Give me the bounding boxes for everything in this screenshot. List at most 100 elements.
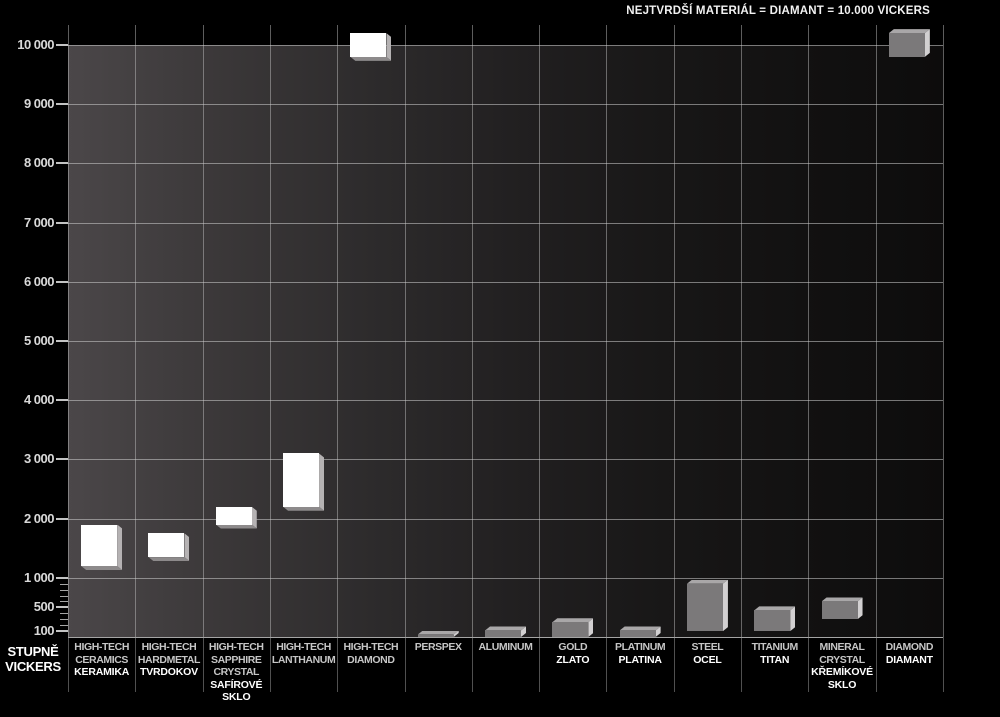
y-tick-mark [56, 281, 68, 283]
y-axis-title: STUPNĚ VICKERS [0, 644, 66, 674]
category-label-perspex: PERSPEX [406, 641, 471, 654]
bar-front-face [754, 610, 790, 631]
column-divider [943, 637, 944, 692]
y-minor-tick-mark [60, 590, 68, 591]
category-label-en: HIGH-TECH LANTHANUM [271, 641, 336, 666]
y-tick-mark [56, 162, 68, 164]
y-tick-label: 7 000 [4, 216, 54, 230]
bar-high-tech-lanthanum [283, 453, 324, 510]
y-tick-label: 8 000 [4, 156, 54, 170]
horizontal-gridline [68, 341, 943, 342]
bar-front-face [889, 33, 925, 57]
y-tick-label: 4 000 [4, 393, 54, 407]
bar-perspex [418, 631, 459, 637]
vertical-gridline [943, 25, 944, 637]
y-minor-tick-mark [60, 625, 68, 626]
y-axis-title-line1: STUPNĚ [0, 644, 66, 659]
bar-front-face [216, 507, 252, 525]
vertical-gridline [135, 25, 136, 637]
vertical-gridline [472, 25, 473, 637]
category-label-steel: STEELOCEL [675, 641, 740, 666]
vertical-gridline [405, 25, 406, 637]
category-label-cs: DIAMANT [877, 654, 942, 667]
bar-titanium [754, 606, 795, 631]
horizontal-gridline [68, 163, 943, 164]
category-label-titanium: TITANIUMTITAN [742, 641, 807, 666]
vertical-gridline [808, 25, 809, 637]
category-label-cs: KERAMIKA [69, 666, 134, 679]
horizontal-gridline [68, 223, 943, 224]
vertical-gridline [337, 25, 338, 637]
bar-front-face [485, 630, 521, 637]
vertical-gridline [270, 25, 271, 637]
bar-front-face [687, 584, 723, 631]
horizontal-gridline [68, 400, 943, 401]
y-tick-mark [56, 518, 68, 520]
y-tick-mark [56, 222, 68, 224]
category-label-en: MINERAL CRYSTAL [809, 641, 874, 666]
y-tick-mark [56, 340, 68, 342]
bar-front-face [81, 525, 117, 566]
category-label-en: HIGH-TECH CERAMICS [69, 641, 134, 666]
y-tick-label: 1 000 [4, 571, 54, 585]
y-tick-label: 9 000 [4, 97, 54, 111]
y-tick-label: 10 000 [4, 38, 54, 52]
horizontal-gridline [68, 45, 943, 46]
vertical-gridline [876, 25, 877, 637]
bar-diamond [889, 29, 930, 57]
category-label-high-tech-ceramics: HIGH-TECH CERAMICSKERAMIKA [69, 641, 134, 679]
horizontal-gridline [68, 459, 943, 460]
y-tick-label: 3 000 [4, 452, 54, 466]
vertical-gridline [741, 25, 742, 637]
y-axis-title-line2: VICKERS [0, 659, 66, 674]
category-label-cs: ZLATO [540, 654, 605, 667]
category-label-en: HIGH-TECH HARDMETAL [136, 641, 201, 666]
bar-front-face [350, 33, 386, 57]
category-label-en: PLATINUM [607, 641, 672, 654]
vickers-hardness-chart: NEJTVRDŠÍ MATERIÁL = DIAMANT = 10.000 VI… [0, 0, 1000, 717]
bar-front-face [552, 622, 588, 637]
category-label-en: STEEL [675, 641, 740, 654]
horizontal-gridline [68, 104, 943, 105]
y-tick-mark [56, 630, 68, 632]
category-label-aluminum: ALUMINUM [473, 641, 538, 654]
bar-gold [552, 618, 593, 637]
category-label-high-tech-lanthanum: HIGH-TECH LANTHANUM [271, 641, 336, 666]
bar-front-face [822, 601, 858, 619]
category-label-high-tech-hardmetal: HIGH-TECH HARDMETALTVRDOKOV [136, 641, 201, 679]
y-tick-label: 2 000 [4, 512, 54, 526]
category-label-en: HIGH-TECH SAPPHIRE CRYSTAL [204, 641, 269, 679]
category-label-en: TITANIUM [742, 641, 807, 654]
y-tick-label: 500 [4, 600, 54, 614]
category-label-diamond: DIAMONDDIAMANT [877, 641, 942, 666]
y-tick-label: 100 [4, 624, 54, 638]
bar-front-face [418, 635, 454, 637]
vertical-gridline [606, 25, 607, 637]
y-tick-mark [56, 44, 68, 46]
x-axis-baseline [68, 637, 943, 638]
vertical-gridline [203, 25, 204, 637]
bar-mineral-crystal [822, 597, 863, 619]
category-label-cs: OCEL [675, 654, 740, 667]
y-tick-label: 5 000 [4, 334, 54, 348]
chart-title: NEJTVRDŠÍ MATERIÁL = DIAMANT = 10.000 VI… [626, 5, 930, 17]
y-minor-tick-mark [60, 584, 68, 585]
category-label-en: HIGH-TECH DIAMOND [338, 641, 403, 666]
bar-steel [687, 580, 728, 631]
y-tick-mark [56, 103, 68, 105]
category-label-en: GOLD [540, 641, 605, 654]
category-label-high-tech-sapphire-crystal: HIGH-TECH SAPPHIRE CRYSTALSAFÍROVÉ SKLO [204, 641, 269, 704]
horizontal-gridline [68, 282, 943, 283]
category-label-en: PERSPEX [406, 641, 471, 654]
vertical-gridline [68, 25, 69, 637]
category-label-mineral-crystal: MINERAL CRYSTALKŘEMÍKOVÉ SKLO [809, 641, 874, 691]
category-label-en: ALUMINUM [473, 641, 538, 654]
bar-front-face [283, 453, 319, 506]
y-tick-mark [56, 458, 68, 460]
category-label-high-tech-diamond: HIGH-TECH DIAMOND [338, 641, 403, 666]
bar-front-face [148, 533, 184, 557]
bar-aluminum [485, 626, 526, 637]
bar-platinum [620, 626, 661, 637]
bar-high-tech-sapphire-crystal [216, 507, 257, 529]
y-minor-tick-mark [60, 596, 68, 597]
